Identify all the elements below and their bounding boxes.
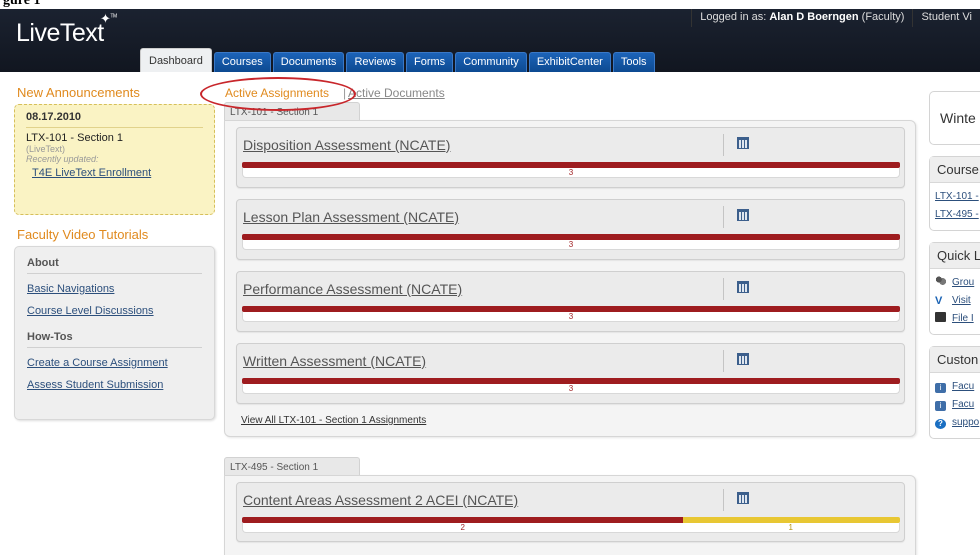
tab-documents[interactable]: Documents: [272, 52, 345, 72]
calendar-icon[interactable]: [737, 137, 749, 149]
tab-reviews[interactable]: Reviews: [346, 52, 405, 72]
course-tab-ltx101[interactable]: LTX-101 - Section 1: [224, 102, 360, 120]
file-icon: [935, 312, 946, 322]
vp-icon: V: [935, 295, 943, 307]
assignment-title[interactable]: Content Areas Assessment 2 ACEI (NCATE): [243, 492, 518, 508]
announcements-title: New Announcements: [17, 85, 140, 100]
quick-link-groups[interactable]: Grou: [935, 274, 980, 292]
progress-count-area: 2 1: [242, 523, 900, 533]
progress-count: 3: [568, 384, 574, 393]
divider: [723, 278, 724, 300]
tab-community[interactable]: Community: [455, 52, 527, 72]
progress-count: 3: [568, 168, 574, 177]
about-heading: About: [27, 253, 202, 274]
announcement-updated: Recently updated:: [26, 154, 99, 164]
calendar-icon[interactable]: [737, 209, 749, 221]
term-box: Winte: [929, 91, 980, 145]
announcement-course: LTX-101 - Section 1: [26, 132, 124, 144]
assignment-title[interactable]: Lesson Plan Assessment (NCATE): [243, 209, 459, 225]
figure-caption: gure 1: [0, 0, 980, 9]
course-tab-ltx495[interactable]: LTX-495 - Section 1: [224, 457, 360, 475]
assignments-subtabs: Active Assignments | Active Documents: [200, 77, 916, 111]
course-link-ltx495[interactable]: LTX-495 -: [935, 206, 980, 224]
user-name: Alan D Boerngen: [769, 11, 859, 23]
tab-dashboard[interactable]: Dashboard: [140, 48, 212, 72]
logged-in-info: Logged in as: Alan D Boerngen (Faculty): [691, 9, 912, 27]
main-nav-tabs: Dashboard Courses Documents Reviews Form…: [140, 48, 657, 72]
tutorial-link-course-level-discussions[interactable]: Course Level Discussions: [27, 305, 202, 317]
help-icon: ?: [935, 419, 946, 429]
assignment-card: Disposition Assessment (NCATE) 3: [236, 127, 905, 188]
assignment-card: Content Areas Assessment 2 ACEI (NCATE) …: [236, 482, 905, 542]
announcement-date: 08.17.2010: [26, 111, 203, 128]
divider: [723, 206, 724, 228]
livetext-logo[interactable]: LiveText ✦TM: [16, 11, 117, 48]
custom-links-heading: Custon: [930, 347, 980, 373]
tutorial-link-basic-navigations[interactable]: Basic Navigations: [27, 283, 202, 295]
progress-count: 3: [568, 312, 574, 321]
tutorial-link-assess-submission[interactable]: Assess Student Submission: [27, 379, 202, 391]
info-icon: i: [935, 401, 946, 411]
courses-widget: Course LTX-101 - LTX-495 -: [929, 156, 980, 231]
progress-count-area: 3: [242, 312, 900, 322]
divider: [723, 489, 724, 511]
info-icon: i: [935, 383, 946, 393]
announcement-source: (LiveText): [26, 144, 66, 154]
tab-forms[interactable]: Forms: [406, 52, 454, 72]
calendar-icon[interactable]: [737, 492, 749, 504]
right-sidebar: Winte Course LTX-101 - LTX-495 - Quick L…: [929, 85, 980, 450]
course-link-ltx101[interactable]: LTX-101 -: [935, 188, 980, 206]
calendar-icon[interactable]: [737, 353, 749, 365]
course-assignments-box: Disposition Assessment (NCATE) 3 Lesson …: [224, 120, 916, 437]
user-bar: Logged in as: Alan D Boerngen (Faculty) …: [691, 9, 980, 27]
assignment-card: Performance Assessment (NCATE) 3: [236, 271, 905, 332]
assignments-panel: Active Assignments | Active Documents LT…: [200, 77, 916, 555]
progress-count-area: 3: [242, 168, 900, 178]
progress-count-yellow: 1: [788, 523, 793, 532]
group-icon: [935, 276, 946, 286]
tab-active-assignments[interactable]: Active Assignments: [225, 86, 329, 100]
tab-tools[interactable]: Tools: [612, 52, 655, 72]
announcement-card: 08.17.2010 LTX-101 - Section 1 (LiveText…: [14, 104, 215, 215]
logo-mark-icon: ✦TM: [100, 11, 117, 26]
course-section-2: LTX-495 - Section 1 Content Areas Assess…: [224, 457, 916, 555]
custom-link-faculty-1[interactable]: i Facu: [935, 378, 980, 396]
custom-link-support[interactable]: ? suppo: [935, 414, 980, 432]
assignment-card: Written Assessment (NCATE) 3: [236, 343, 905, 404]
quick-links-heading: Quick L: [930, 243, 980, 269]
progress-count: 3: [568, 240, 574, 249]
progress-count-red: 2: [460, 523, 465, 532]
left-sidebar: New Announcements 08.17.2010 LTX-101 - S…: [10, 85, 215, 420]
tutorial-link-create-assignment[interactable]: Create a Course Assignment: [27, 357, 202, 369]
progress-count-area: 3: [242, 240, 900, 250]
tab-exhibitcenter[interactable]: ExhibitCenter: [528, 52, 611, 72]
course-assignments-box: Content Areas Assessment 2 ACEI (NCATE) …: [224, 475, 916, 555]
progress-count-area: 3: [242, 384, 900, 394]
quick-link-visit[interactable]: V Visit: [935, 292, 980, 310]
assignment-title[interactable]: Written Assessment (NCATE): [243, 353, 426, 369]
custom-link-faculty-2[interactable]: i Facu: [935, 396, 980, 414]
subtab-separator: |: [343, 86, 347, 100]
quick-link-file[interactable]: File I: [935, 310, 980, 328]
assignment-title[interactable]: Disposition Assessment (NCATE): [243, 137, 450, 153]
view-all-assignments-link[interactable]: View All LTX-101 - Section 1 Assignments: [241, 415, 905, 426]
video-tutorials-title: Faculty Video Tutorials: [17, 227, 149, 242]
tab-courses[interactable]: Courses: [213, 52, 271, 72]
tab-active-documents[interactable]: Active Documents: [348, 86, 445, 100]
courses-heading: Course: [930, 157, 980, 183]
howtos-heading: How-Tos: [27, 327, 202, 348]
quick-links-widget: Quick L Grou V Visit File I: [929, 242, 980, 335]
divider: [723, 134, 724, 156]
student-view-link[interactable]: Student Vi: [912, 9, 980, 27]
calendar-icon[interactable]: [737, 281, 749, 293]
announcement-link[interactable]: T4E LiveText Enrollment: [32, 167, 203, 179]
custom-links-widget: Custon i Facu i Facu ? suppo: [929, 346, 980, 439]
assignment-card: Lesson Plan Assessment (NCATE) 3: [236, 199, 905, 260]
app-header: Logged in as: Alan D Boerngen (Faculty) …: [0, 9, 980, 72]
divider: [723, 350, 724, 372]
assignment-title[interactable]: Performance Assessment (NCATE): [243, 281, 462, 297]
video-tutorials-panel: About Basic Navigations Course Level Dis…: [14, 246, 215, 420]
